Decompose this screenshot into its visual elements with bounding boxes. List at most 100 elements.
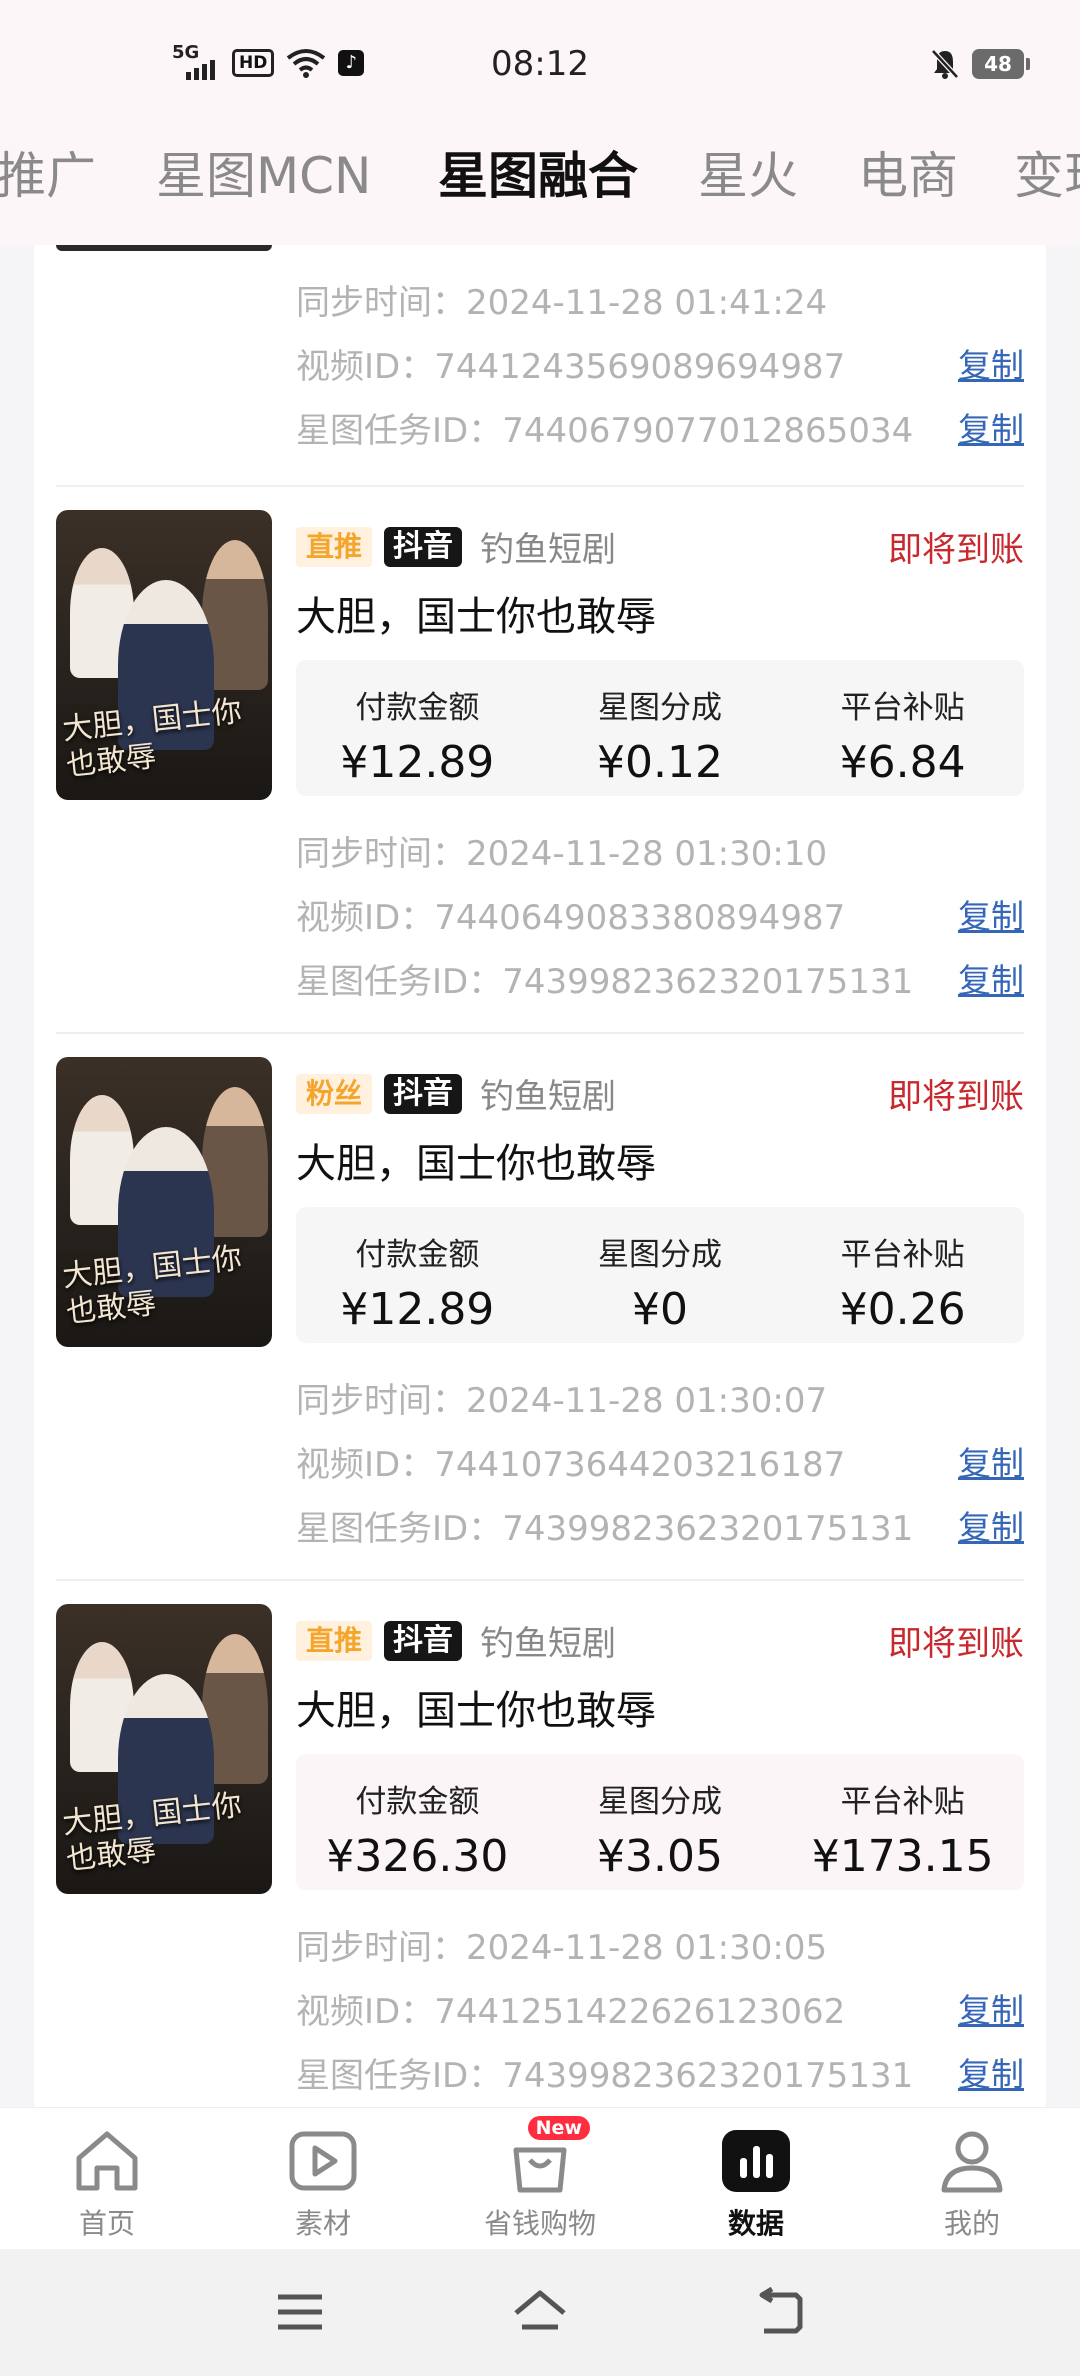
item-title: 大胆，国士你也敢辱 — [296, 1688, 656, 1734]
menu-icon[interactable] — [270, 2287, 330, 2337]
video-id-row: 视频ID：7441073644203216187 复制 — [296, 1437, 1024, 1485]
payment-amount: ¥12.89 — [340, 1284, 495, 1335]
task-id-row: 星图任务ID：7439982362320175131 复制 — [296, 954, 1024, 1002]
tab-xingtu-mcn[interactable]: 星图MCN — [156, 136, 371, 208]
thumbnail-caption: 大胆，国士你也敢辱 — [60, 1240, 244, 1331]
video-id: 视频ID：7441251422626123062 — [296, 1991, 846, 2032]
bar-chart-icon — [722, 2130, 790, 2192]
drama-thumbnail[interactable]: 大胆，国士你也敢辱 — [56, 1057, 272, 1347]
platform-badge: 抖音 — [384, 1073, 463, 1114]
new-badge: New — [527, 2116, 590, 2140]
nav-shopping-label: 省钱购物 — [483, 2207, 596, 2240]
sync-time-row: 同步时间：2024-11-28 01:30:10 — [296, 828, 1024, 874]
nav-materials[interactable]: 素材 — [243, 2126, 403, 2242]
copy-task-id-link[interactable]: 复制 — [958, 2048, 1024, 2096]
subsidy-amount: ¥0.26 — [839, 1284, 966, 1335]
share-amount: ¥3.05 — [597, 1831, 723, 1882]
divider — [56, 485, 1024, 487]
sync-time-row: 同步时间：2024-11-28 01:41:24 — [296, 277, 1024, 323]
nav-data[interactable]: 数据 — [676, 2126, 836, 2242]
platform-badge: 抖音 — [384, 1620, 463, 1661]
task-id: 星图任务ID：7439982362320175131 — [296, 961, 914, 1002]
source-label: 钓鱼短剧 — [480, 530, 617, 570]
copy-task-id-link[interactable]: 复制 — [958, 954, 1024, 1002]
sync-time: 同步时间：2024-11-28 01:30:05 — [296, 1927, 828, 1968]
status-badge: 即将到账 — [888, 1077, 1024, 1117]
home-icon — [76, 2131, 138, 2191]
back-icon[interactable] — [750, 2287, 810, 2337]
amount-panel: 付款金额 ¥12.89 星图分成 ¥0 平台补贴 ¥0.26 — [296, 1207, 1024, 1343]
payment-label: 付款金额 — [355, 1784, 480, 1820]
copy-task-id-link[interactable]: 复制 — [958, 1501, 1024, 1549]
thumbnail-caption: 大胆，国士你也敢辱 — [60, 1787, 244, 1878]
video-id-row: 视频ID：7440649083380894987 复制 — [296, 890, 1024, 938]
share-label: 星图分成 — [598, 1237, 722, 1273]
thumbnail-partial — [56, 245, 272, 251]
status-icons-right: 48 — [930, 48, 1030, 80]
mute-bell-icon — [931, 49, 959, 79]
home-button-icon[interactable] — [510, 2287, 570, 2337]
video-id: 视频ID：7441073644203216187 — [296, 1444, 846, 1485]
list-item[interactable]: 大胆，国士你也敢辱 粉丝 抖音 钓鱼短剧 即将到账 大胆，国士你也敢辱 付款金额… — [56, 1057, 1024, 1603]
tab-monetize[interactable]: 变现 — [1014, 136, 1080, 208]
tab-promotion[interactable]: 推广 — [0, 136, 96, 208]
nav-me[interactable]: 我的 — [892, 2126, 1052, 2242]
subsidy-amount: ¥6.84 — [839, 737, 966, 788]
shopping-bag-icon: New — [504, 2116, 590, 2196]
status-badge: 即将到账 — [888, 530, 1024, 570]
copy-video-id-link[interactable]: 复制 — [958, 890, 1024, 938]
tab-xingtu-fusion[interactable]: 星图融合 — [438, 136, 638, 208]
order-list: 同步时间：2024-11-28 01:41:24 视频ID：7441243569… — [0, 245, 1080, 2107]
amount-panel: 付款金额 ¥326.30 星图分成 ¥3.05 平台补贴 ¥173.15 — [296, 1754, 1024, 1890]
system-navigation-bar — [0, 2249, 1080, 2376]
task-id-row: 星图任务ID：7440679077012865034 复制 — [296, 403, 1024, 451]
play-icon — [289, 2131, 357, 2191]
drama-thumbnail[interactable]: 大胆，国士你也敢辱 — [56, 510, 272, 800]
payment-label: 付款金额 — [355, 690, 480, 726]
copy-video-id-link[interactable]: 复制 — [958, 1437, 1024, 1485]
divider — [56, 1579, 1024, 1581]
nav-data-label: 数据 — [727, 2207, 784, 2240]
clock: 08:12 — [491, 44, 589, 84]
platform-badge: 抖音 — [384, 526, 463, 567]
amount-panel: 付款金额 ¥12.89 星图分成 ¥0.12 平台补贴 ¥6.84 — [296, 660, 1024, 796]
task-id: 星图任务ID：7439982362320175131 — [296, 2055, 914, 2096]
subsidy-label: 平台补贴 — [840, 1237, 965, 1273]
source-label: 钓鱼短剧 — [480, 1077, 617, 1117]
task-id-row: 星图任务ID：7439982362320175131 复制 — [296, 1501, 1024, 1549]
list-item[interactable]: 大胆，国士你也敢辱 直推 抖音 钓鱼短剧 即将到账 大胆，国士你也敢辱 付款金额… — [56, 1604, 1024, 2107]
drama-thumbnail[interactable]: 大胆，国士你也敢辱 — [56, 1604, 272, 1894]
battery-icon: 48 — [972, 49, 1030, 79]
copy-video-id-link[interactable]: 复制 — [958, 1984, 1024, 2032]
tag-group: 粉丝 抖音 钓鱼短剧 — [296, 1069, 616, 1118]
tag-group: 直推 抖音 钓鱼短剧 — [296, 1616, 616, 1665]
copy-video-id-link[interactable]: 复制 — [958, 339, 1024, 387]
payment-amount: ¥12.89 — [340, 737, 495, 788]
nav-materials-label: 素材 — [294, 2207, 351, 2240]
task-id: 星图任务ID：7440679077012865034 — [296, 410, 914, 451]
bottom-navigation: 首页 素材 New 省钱购物 数据 我的 — [0, 2107, 1080, 2249]
share-label: 星图分成 — [598, 690, 722, 726]
payment-label: 付款金额 — [355, 1237, 480, 1273]
share-amount: ¥0.12 — [597, 737, 723, 788]
video-id: 视频ID：7441243569089694987 — [296, 346, 846, 387]
source-label: 钓鱼短剧 — [480, 1624, 617, 1664]
sync-time: 同步时间：2024-11-28 01:30:07 — [296, 1380, 828, 1421]
copy-task-id-link[interactable]: 复制 — [958, 403, 1024, 451]
nav-home[interactable]: 首页 — [27, 2126, 187, 2242]
tag-type-badge: 粉丝 — [296, 1073, 373, 1114]
tag-type-badge: 直推 — [296, 526, 373, 567]
tab-ecommerce[interactable]: 电商 — [858, 136, 958, 208]
user-icon — [941, 2131, 1003, 2193]
sync-time: 同步时间：2024-11-28 01:30:10 — [296, 833, 828, 874]
share-label: 星图分成 — [598, 1784, 722, 1820]
tag-group: 直推 抖音 钓鱼短剧 — [296, 522, 616, 571]
task-id: 星图任务ID：7439982362320175131 — [296, 1508, 914, 1549]
subsidy-label: 平台补贴 — [840, 690, 965, 726]
list-item[interactable]: 大胆，国士你也敢辱 直推 抖音 钓鱼短剧 即将到账 大胆，国士你也敢辱 付款金额… — [56, 510, 1024, 1056]
divider — [56, 1032, 1024, 1034]
tab-xinghuo[interactable]: 星火 — [698, 136, 798, 208]
sync-time-row: 同步时间：2024-11-28 01:30:07 — [296, 1375, 1024, 1421]
nav-shopping[interactable]: New 省钱购物 — [460, 2116, 620, 2242]
item-title: 大胆，国士你也敢辱 — [296, 594, 656, 640]
